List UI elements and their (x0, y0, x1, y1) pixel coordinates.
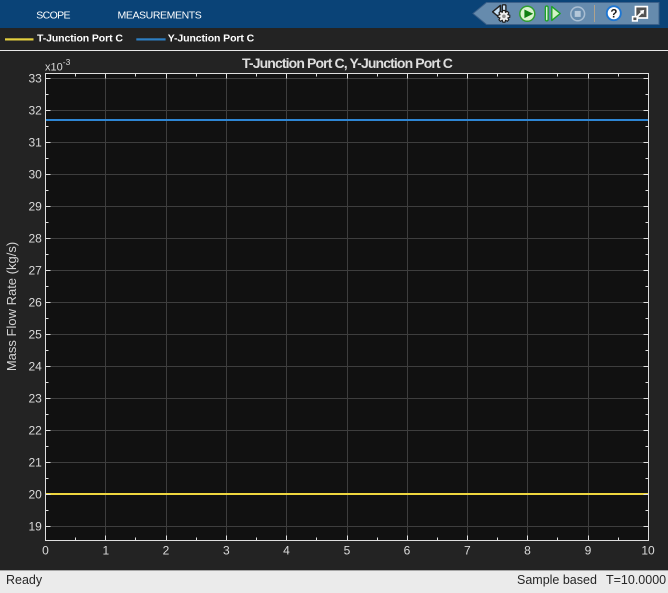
svg-text:28: 28 (28, 232, 42, 246)
svg-text:?: ? (610, 8, 617, 20)
svg-text:32: 32 (28, 104, 42, 118)
svg-text:30: 30 (28, 168, 42, 182)
svg-text:5: 5 (344, 544, 351, 558)
svg-text:25: 25 (28, 328, 42, 342)
svg-text:MEASUREMENTS: MEASUREMENTS (118, 10, 202, 22)
svg-text:19: 19 (28, 520, 42, 534)
svg-text:20: 20 (28, 488, 42, 502)
svg-text:8: 8 (524, 544, 531, 558)
svg-text:T-Junction Port C, Y-Junction: T-Junction Port C, Y-Junction Port C (242, 55, 453, 71)
svg-text:9: 9 (585, 544, 592, 558)
svg-text:31: 31 (28, 136, 42, 150)
svg-text:Y-Junction Port C: Y-Junction Port C (168, 33, 255, 45)
svg-text:27: 27 (28, 264, 42, 278)
svg-text:29: 29 (28, 200, 42, 214)
svg-text:3: 3 (223, 544, 230, 558)
svg-text:7: 7 (464, 544, 471, 558)
svg-text:0: 0 (42, 544, 49, 558)
svg-text:33: 33 (28, 72, 42, 86)
svg-text:21: 21 (28, 456, 42, 470)
svg-text:6: 6 (404, 544, 411, 558)
svg-text:24: 24 (28, 360, 42, 374)
svg-text:2: 2 (163, 544, 170, 558)
svg-text:4: 4 (283, 544, 290, 558)
svg-text:23: 23 (28, 392, 42, 406)
svg-text:Mass Flow Rate (kg/s): Mass Flow Rate (kg/s) (4, 242, 19, 371)
svg-text:T-Junction Port C: T-Junction Port C (37, 33, 123, 45)
svg-text:1: 1 (102, 544, 109, 558)
svg-text:26: 26 (28, 296, 42, 310)
svg-text:10: 10 (641, 544, 655, 558)
svg-text:22: 22 (28, 424, 42, 438)
svg-text:SCOPE: SCOPE (36, 10, 70, 22)
